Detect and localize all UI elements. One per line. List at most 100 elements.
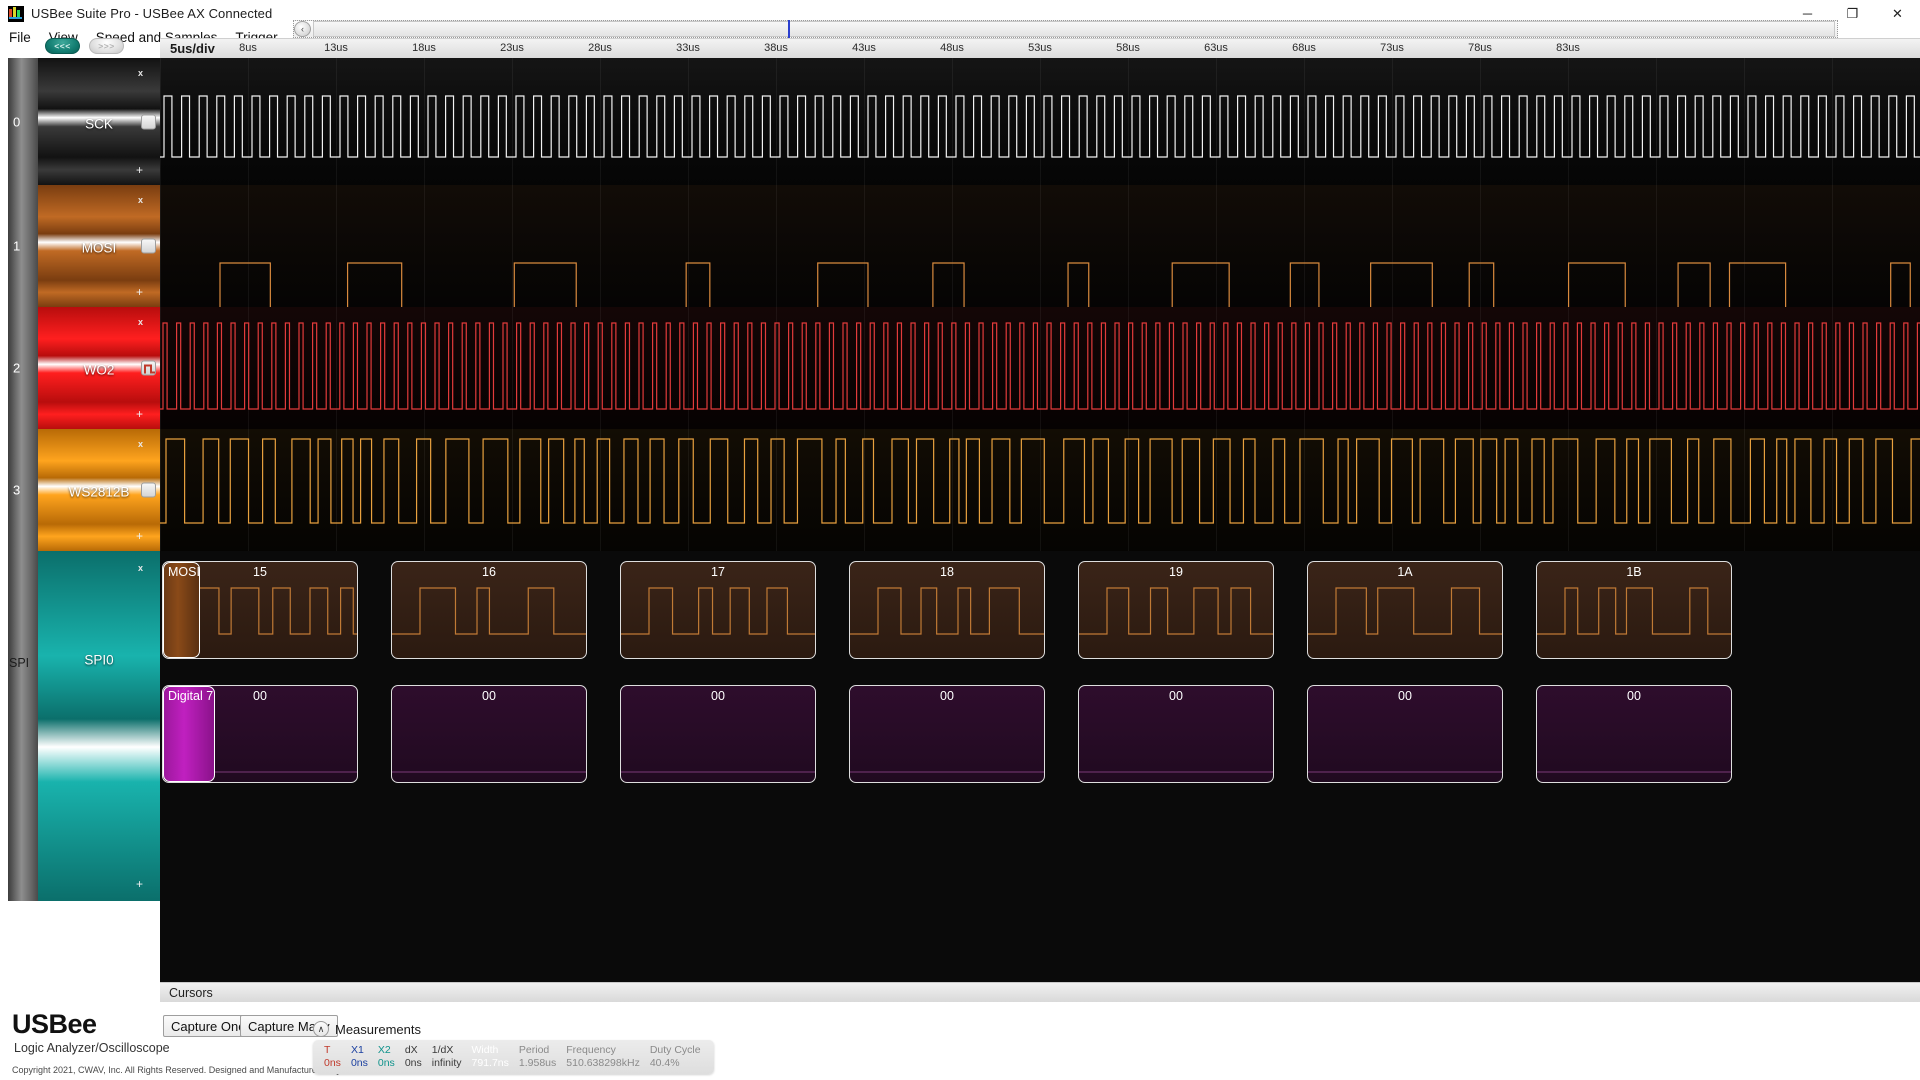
- decode-packet[interactable]: 1B: [1536, 561, 1732, 659]
- ruler-tick: 63us: [1204, 42, 1228, 54]
- channel-checkbox-icon[interactable]: [141, 114, 156, 129]
- decode-packet[interactable]: 00: [620, 685, 816, 783]
- channel-block-mosi[interactable]: MOSI x +: [38, 185, 160, 307]
- decode-packet[interactable]: 1A: [1307, 561, 1503, 659]
- trigger-position-marker: [788, 20, 791, 40]
- horizontal-pan-bar[interactable]: ‹: [293, 20, 1838, 40]
- channel-index-mosi[interactable]: 1: [8, 185, 38, 307]
- channel-index-sck[interactable]: 0: [8, 58, 38, 185]
- next-button[interactable]: >>>: [89, 38, 124, 54]
- measurement-value: 40.4%: [649, 1057, 680, 1069]
- channel-close-icon[interactable]: x: [138, 195, 143, 205]
- decode-row-label: Digital 7: [163, 686, 215, 782]
- measurement-header: X2: [377, 1044, 391, 1056]
- window-title: USBee Suite Pro - USBee AX Connected: [31, 6, 273, 21]
- analyzer-add-icon[interactable]: +: [136, 877, 143, 891]
- measurements-title: Measurements: [335, 1021, 421, 1037]
- pan-left-icon[interactable]: ‹: [294, 21, 311, 37]
- ruler-tick: 43us: [852, 42, 876, 54]
- cursors-bar[interactable]: Cursors: [160, 982, 1920, 1002]
- decode-packet[interactable]: 00: [391, 685, 587, 783]
- measurement-field: Period 1.958us: [514, 1041, 561, 1073]
- measurement-field: X1 0ns: [346, 1041, 373, 1073]
- decode-packet[interactable]: 17: [620, 561, 816, 659]
- measurement-value: 1.958us: [518, 1057, 557, 1069]
- measurement-field: dX 0ns: [400, 1041, 427, 1073]
- app-logo-icon: [8, 5, 24, 22]
- channel-add-icon[interactable]: +: [136, 529, 143, 543]
- ruler-tick: 83us: [1556, 42, 1580, 54]
- channel-block-sck[interactable]: SCK x +: [38, 58, 160, 185]
- pan-track[interactable]: [313, 20, 1835, 40]
- close-button[interactable]: ✕: [1875, 0, 1920, 27]
- decode-packet[interactable]: 18: [849, 561, 1045, 659]
- channel-checkbox-icon[interactable]: [141, 482, 156, 498]
- measurement-header: dX: [404, 1044, 418, 1056]
- measurement-field: T 0ns: [319, 1041, 346, 1073]
- channel-add-icon[interactable]: +: [136, 285, 143, 299]
- measurements-header[interactable]: ∧ Measurements: [313, 1021, 421, 1037]
- waveform-row-sck[interactable]: [160, 58, 1920, 185]
- measurement-value: 0ns: [377, 1057, 395, 1069]
- measurement-field: Duty Cycle 40.4%: [645, 1041, 706, 1073]
- analyzer-index-column[interactable]: [8, 551, 38, 901]
- bottom-bar: USBee Logic Analyzer/Oscilloscope Copyri…: [0, 1002, 1920, 1080]
- measurement-value: 0ns: [324, 1057, 341, 1069]
- navigation-buttons: <<< >>>: [45, 38, 124, 54]
- channel-close-icon[interactable]: x: [138, 317, 143, 327]
- ruler-tick: 58us: [1116, 42, 1140, 54]
- previous-button[interactable]: <<<: [45, 38, 80, 54]
- channel-close-icon[interactable]: x: [138, 68, 143, 78]
- time-ruler[interactable]: 5us/div 8us 13us 18us 23us 28us 33us 38us 43us 4…: [160, 38, 1920, 58]
- channel-index-label: 2: [13, 360, 21, 376]
- decode-packet[interactable]: 00: [1307, 685, 1503, 783]
- ruler-tick: 38us: [764, 42, 788, 54]
- decode-packet[interactable]: 16: [391, 561, 587, 659]
- menu-item-file[interactable]: File: [0, 27, 40, 49]
- analyzer-block-spi0[interactable]: SPI0 x +: [38, 551, 160, 901]
- measurement-header: X1: [350, 1044, 364, 1056]
- ruler-tick: 28us: [588, 42, 612, 54]
- waveform-canvas[interactable]: 15 MOSI 16 17 18 19 1A 1B 00 Digital 7 00 00 00 00 00 0…: [160, 58, 1920, 982]
- channel-index-ws2812b[interactable]: 3: [8, 429, 38, 551]
- decode-packet[interactable]: 00: [849, 685, 1045, 783]
- channel-block-wo2[interactable]: WO2 x +: [38, 307, 160, 429]
- measurement-field: Width 791.7ns: [467, 1041, 514, 1073]
- measurement-value: infinity: [431, 1057, 462, 1069]
- channel-close-icon[interactable]: x: [138, 439, 143, 449]
- decode-packet[interactable]: 00: [1536, 685, 1732, 783]
- chevron-up-icon[interactable]: ∧: [313, 1021, 329, 1037]
- channel-add-icon[interactable]: +: [136, 163, 143, 177]
- decode-packet[interactable]: 19: [1078, 561, 1274, 659]
- decode-row-digital-7[interactable]: 00 Digital 7 00 00 00 00 00 00: [160, 685, 1920, 783]
- ruler-tick: 33us: [676, 42, 700, 54]
- channel-checkbox-icon[interactable]: [141, 238, 156, 254]
- ruler-tick: 13us: [324, 42, 348, 54]
- decode-row-mosi[interactable]: 15 MOSI 16 17 18 19 1A 1B: [160, 561, 1920, 659]
- measurement-header: Duty Cycle: [649, 1044, 701, 1056]
- channel-index-wo2[interactable]: 2: [8, 307, 38, 429]
- measurement-field: Frequency 510.638298kHz: [561, 1041, 645, 1073]
- channel-add-icon[interactable]: +: [136, 407, 143, 421]
- ruler-tick: 53us: [1028, 42, 1052, 54]
- measurement-header: Frequency: [566, 1044, 616, 1056]
- brand-name: USBee: [12, 1009, 97, 1039]
- channel-index-label: 3: [13, 482, 21, 498]
- decode-row-label: MOSI: [163, 562, 200, 658]
- channel-index-label: 1: [13, 238, 21, 254]
- measurements-panel: T 0ns X1 0ns X2 0ns dX 0ns 1/dX infinity Width 791.…: [313, 1040, 714, 1074]
- ruler-tick: 8us: [239, 42, 257, 54]
- channel-block-ws2812b[interactable]: WS2812B x +: [38, 429, 160, 551]
- measurement-header: 1/dX: [431, 1044, 454, 1056]
- decode-packet[interactable]: 00 Digital 7: [162, 685, 358, 783]
- waveform-red-icon[interactable]: [141, 360, 156, 376]
- decode-packet[interactable]: 00: [1078, 685, 1274, 783]
- measurement-value: 0ns: [350, 1057, 368, 1069]
- waveform-row-wo2[interactable]: [160, 307, 1920, 429]
- analyzer-name-label: SPI0: [84, 652, 114, 667]
- analyzer-close-icon[interactable]: x: [138, 563, 143, 573]
- waveform-row-ws2812b[interactable]: [160, 429, 1920, 551]
- ruler-tick: 48us: [940, 42, 964, 54]
- waveform-row-mosi[interactable]: [160, 185, 1920, 307]
- decode-packet[interactable]: 15 MOSI: [162, 561, 358, 659]
